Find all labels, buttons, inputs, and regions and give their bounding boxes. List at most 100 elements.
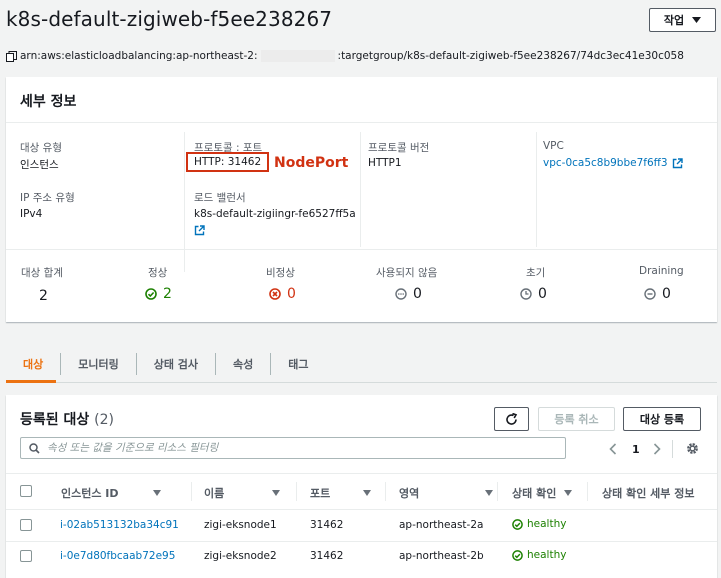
column-header-label: 영역 xyxy=(399,487,420,500)
instance-zone: ap-northeast-2b xyxy=(399,550,484,562)
row-checkbox[interactable] xyxy=(20,519,32,531)
vpc-link[interactable]: vpc-0ca5c8b9bbe7f6ff3 xyxy=(543,157,683,169)
instance-port: 31462 xyxy=(310,519,344,531)
instance-port: 31462 xyxy=(310,550,344,562)
clock-icon xyxy=(520,288,532,300)
refresh-icon xyxy=(505,412,518,426)
load-balancer-label: 로드 밸런서 xyxy=(194,192,246,204)
vpc-label: VPC xyxy=(543,140,564,152)
instance-id-link[interactable]: i-02ab513132ba34c91 xyxy=(60,519,179,531)
chevron-right-icon[interactable] xyxy=(653,443,661,455)
ip-type-label: IP 주소 유형 xyxy=(20,192,75,204)
copy-icon[interactable] xyxy=(6,50,17,62)
chevron-left-icon[interactable] xyxy=(609,443,617,455)
table-header-border xyxy=(6,509,717,510)
unused-label: 사용되지 않음 xyxy=(376,267,438,279)
check-circle-icon xyxy=(512,549,523,561)
filter-input[interactable] xyxy=(47,442,547,454)
ip-type-value: IPv4 xyxy=(20,208,43,220)
filter-box[interactable] xyxy=(20,437,566,459)
row-divider xyxy=(6,541,717,542)
health-status: healthy xyxy=(512,518,566,530)
load-balancer-link[interactable]: k8s-default-zigiingr-fe6527ff5a xyxy=(194,208,356,220)
minus-circle-icon xyxy=(644,288,656,300)
deregister-button[interactable]: 등록 취소 xyxy=(538,407,615,431)
healthy-stat: 2 xyxy=(145,286,172,302)
current-page[interactable]: 1 xyxy=(632,443,640,456)
search-icon xyxy=(29,442,40,454)
select-all-checkbox[interactable] xyxy=(20,485,32,497)
column-header-port[interactable]: 포트 xyxy=(310,485,372,501)
tab-monitoring[interactable]: 모니터링 xyxy=(60,353,135,375)
table-top-border xyxy=(6,473,717,474)
total-targets-label: 대상 합계 xyxy=(21,267,63,279)
details-title: 세부 정보 xyxy=(20,94,77,110)
column-header-label: 포트 xyxy=(310,487,331,500)
tab-health-checks[interactable]: 상태 검사 xyxy=(135,353,215,375)
registered-targets-title-text: 등록된 대상 xyxy=(20,412,90,428)
protocol-version-label: 프로토콜 버전 xyxy=(368,142,430,154)
dots-circle-icon xyxy=(395,288,407,300)
arn-suffix: :targetgroup/k8s-default-zigiweb-f5ee238… xyxy=(337,50,684,62)
column-divider xyxy=(385,482,386,501)
unused-value: 0 xyxy=(413,286,422,302)
column-divider xyxy=(497,482,498,501)
tab-bar: 대상 모니터링 상태 검사 속성 태그 xyxy=(6,346,717,382)
unhealthy-value: 0 xyxy=(287,286,296,302)
sort-icon xyxy=(564,490,573,496)
external-link-icon xyxy=(672,157,683,169)
tab-targets[interactable]: 대상 xyxy=(6,353,60,375)
sort-icon xyxy=(152,490,161,496)
protocol-version-value: HTTP1 xyxy=(368,157,402,169)
registered-targets-panel: 등록된 대상 (2) 등록 취소 대상 등록 1 인스턴스 ID 이름 포트 xyxy=(6,395,717,578)
instance-id-link[interactable]: i-0e7d80fbcaab72e95 xyxy=(60,550,175,562)
stats-divider xyxy=(6,249,717,250)
check-circle-icon xyxy=(512,518,523,530)
details-panel: 세부 정보 대상 유형 인스턴스 프로토콜 : 포트 HTTP: 31462 N… xyxy=(6,77,717,322)
arn-account-redacted xyxy=(260,50,335,62)
column-header-label: 인스턴스 ID xyxy=(61,487,119,500)
unused-stat: 0 xyxy=(395,286,422,302)
tab-attributes[interactable]: 속성 xyxy=(215,353,270,375)
row-checkbox[interactable] xyxy=(20,550,32,562)
unhealthy-stat: 0 xyxy=(269,286,296,302)
column-header-health-details[interactable]: 상태 확인 세부 정보 xyxy=(602,485,694,501)
column-header-label: 이름 xyxy=(204,487,225,500)
target-type-label: 대상 유형 xyxy=(20,142,62,154)
tabs-divider xyxy=(6,382,717,383)
health-status-text: healthy xyxy=(527,549,567,561)
total-targets-value: 2 xyxy=(39,288,48,304)
register-targets-button[interactable]: 대상 등록 xyxy=(623,407,701,431)
column-divider xyxy=(536,132,537,247)
external-link-icon[interactable] xyxy=(194,225,205,236)
column-header-label: 상태 확인 xyxy=(512,487,557,500)
column-header-name[interactable]: 이름 xyxy=(204,485,281,501)
registered-targets-title: 등록된 대상 (2) xyxy=(20,409,114,429)
column-divider xyxy=(296,482,297,501)
healthy-label: 정상 xyxy=(148,267,168,279)
pagination-divider xyxy=(672,440,673,458)
refresh-button[interactable] xyxy=(494,407,529,431)
column-header-instance-id[interactable]: 인스턴스 ID xyxy=(61,485,161,501)
actions-button[interactable]: 작업 xyxy=(649,8,716,32)
instance-zone: ap-northeast-2a xyxy=(399,519,484,531)
instance-name: zigi-eksnode2 xyxy=(204,550,277,562)
arn-prefix: arn:aws:elasticloadbalancing:ap-northeas… xyxy=(20,50,258,62)
gear-icon[interactable] xyxy=(686,442,699,455)
draining-stat: 0 xyxy=(644,286,671,302)
actions-button-label: 작업 xyxy=(663,14,685,27)
column-divider xyxy=(191,482,192,501)
active-tab-indicator xyxy=(6,380,56,383)
column-header-health[interactable]: 상태 확인 xyxy=(512,485,573,501)
target-group-arn: arn:aws:elasticloadbalancing:ap-northeas… xyxy=(6,50,684,62)
tab-tags[interactable]: 태그 xyxy=(270,353,325,375)
column-divider xyxy=(360,132,361,247)
healthy-value: 2 xyxy=(163,286,172,302)
target-type-value: 인스턴스 xyxy=(20,159,59,171)
x-circle-icon xyxy=(269,288,281,300)
sort-icon xyxy=(363,490,372,496)
sort-icon xyxy=(272,490,281,496)
column-header-zone[interactable]: 영역 xyxy=(399,485,494,501)
protocol-port-value: HTTP: 31462 xyxy=(186,152,270,172)
check-circle-icon xyxy=(145,288,157,300)
